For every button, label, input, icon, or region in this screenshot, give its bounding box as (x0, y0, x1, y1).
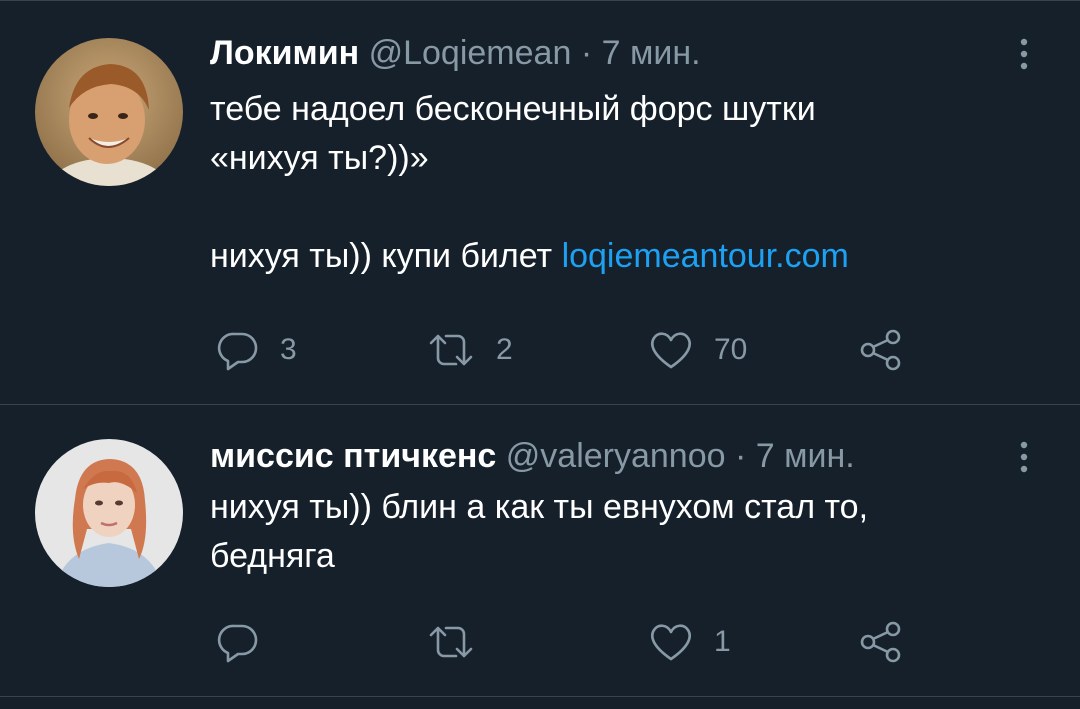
more-options-icon[interactable] (1012, 34, 1036, 74)
tweet-link[interactable]: loqiemeantour.com (562, 237, 849, 275)
avatar[interactable] (35, 38, 183, 186)
retweet-button[interactable] (426, 617, 476, 667)
share-icon (860, 329, 901, 371)
like-icon (651, 624, 691, 661)
divider (0, 696, 1080, 697)
share-button[interactable] (858, 325, 904, 375)
like-button[interactable]: 70 (648, 325, 747, 375)
user-handle[interactable]: @Loqiemean (369, 34, 572, 72)
tweet-text-line: нихуя ты)) купи билет loqiemeantour.com (210, 232, 1050, 281)
tweet-text-line (210, 183, 1050, 232)
reply-button[interactable]: 3 (216, 325, 297, 375)
reply-icon (217, 332, 258, 371)
child-photo-avatar (35, 38, 183, 186)
timestamp[interactable]: 7 мин. (602, 34, 701, 72)
like-count: 70 (714, 333, 748, 366)
timeline: Локимин @Loqiemean · 7 мин. тебе надоел … (0, 0, 1080, 709)
retweet-icon (429, 626, 473, 658)
retweet-count: 2 (496, 333, 513, 366)
tweet-text-line: бедняга (210, 537, 335, 575)
like-icon (651, 332, 691, 369)
separator-dot: · (580, 34, 593, 72)
tweet-text-segment: нихуя ты)) купи билет (210, 237, 553, 275)
tweet-actions: 3 2 70 (210, 325, 950, 375)
tweet-text: тебе надоел бесконечный форс шутки «ниху… (210, 85, 1050, 281)
more-options-icon[interactable] (1012, 437, 1036, 477)
display-name[interactable]: Локимин (210, 34, 359, 72)
retweet-button[interactable]: 2 (426, 325, 513, 375)
tweet-header: миссис птичкенс @valeryannoo · 7 мин. (210, 434, 855, 478)
woman-photo-avatar (35, 439, 183, 587)
display-name[interactable]: миссис птичкенс (210, 437, 496, 475)
tweet-text-line: тебе надоел бесконечный форс шутки (210, 90, 816, 128)
tweet-text-line: «нихуя ты?))» (210, 139, 429, 177)
tweet-text: нихуя ты)) блин а как ты евнухом стал то… (210, 483, 1050, 581)
reply-icon (217, 624, 258, 663)
reply-button[interactable] (216, 617, 260, 667)
tweet-header: Локимин @Loqiemean · 7 мин. (210, 31, 701, 75)
like-button[interactable]: 1 (648, 617, 731, 667)
retweet-icon (429, 334, 473, 366)
user-handle[interactable]: @valeryannoo (506, 437, 726, 475)
tweet[interactable]: миссис птичкенс @valeryannoo · 7 мин. ни… (0, 404, 1080, 697)
reply-count: 3 (280, 333, 297, 366)
tweet[interactable]: Локимин @Loqiemean · 7 мин. тебе надоел … (0, 0, 1080, 405)
avatar[interactable] (35, 439, 183, 587)
separator-dot: · (735, 437, 747, 475)
like-count: 1 (714, 625, 731, 658)
tweet-actions: 1 (210, 617, 950, 667)
share-button[interactable] (858, 617, 904, 667)
timestamp[interactable]: 7 мин. (756, 437, 855, 475)
share-icon (860, 621, 901, 663)
tweet-text-line: нихуя ты)) блин а как ты евнухом стал то… (210, 488, 869, 526)
